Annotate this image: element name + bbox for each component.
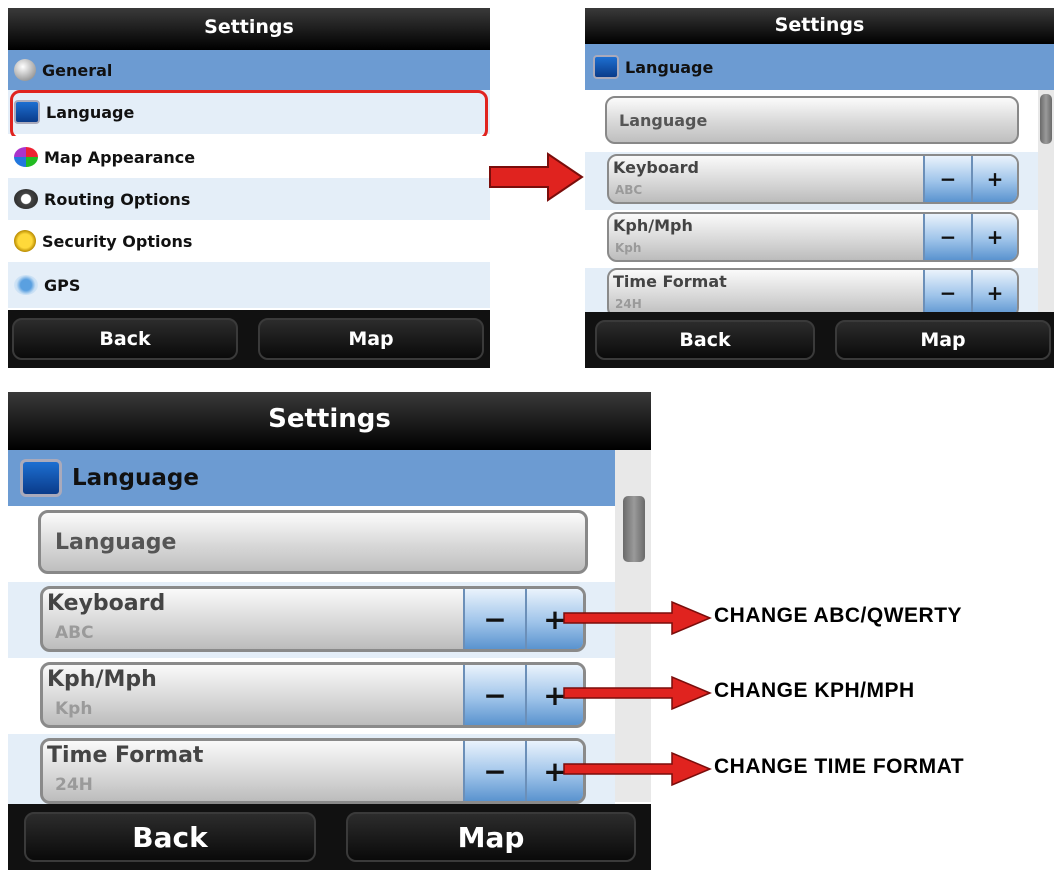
kph-mph-minus-button[interactable]: − bbox=[463, 665, 525, 725]
settings-screen-main: Settings General Language Map Appearance… bbox=[8, 8, 490, 368]
kph-mph-plus-button[interactable]: + bbox=[971, 214, 1017, 260]
language-icon bbox=[20, 459, 62, 497]
time-format-minus-button[interactable]: − bbox=[923, 270, 971, 316]
map-button[interactable]: Map bbox=[835, 320, 1051, 360]
selection-highlight bbox=[10, 90, 488, 140]
annotation-arrow-kph-mph bbox=[563, 675, 712, 711]
menu-item-label: Routing Options bbox=[44, 189, 191, 209]
time-format-label: Time Format bbox=[47, 743, 204, 768]
annotation-kph-mph: CHANGE KPH/MPH bbox=[714, 679, 915, 702]
navigation-arrow bbox=[489, 152, 584, 202]
minus-icon: − bbox=[483, 678, 507, 712]
keyboard-minus-button[interactable]: − bbox=[463, 589, 525, 649]
general-icon bbox=[14, 59, 36, 81]
menu-item-general[interactable]: General bbox=[8, 50, 490, 90]
minus-icon: − bbox=[483, 754, 507, 788]
minus-icon: − bbox=[483, 602, 507, 636]
kph-mph-minus-button[interactable]: − bbox=[923, 214, 971, 260]
scrollbar-thumb[interactable] bbox=[1040, 94, 1052, 144]
minus-icon: − bbox=[939, 281, 957, 305]
keyboard-field: Keyboard ABC − + bbox=[40, 586, 586, 652]
menu-item-label: GPS bbox=[44, 275, 81, 295]
time-format-label: Time Format bbox=[613, 272, 727, 291]
language-button-label: Language bbox=[619, 110, 708, 130]
bottom-bar: Back Map bbox=[8, 310, 490, 368]
keyboard-label: Keyboard bbox=[613, 158, 699, 177]
page-title: Settings bbox=[204, 16, 294, 38]
section-title: Language bbox=[72, 465, 199, 491]
keyboard-value: ABC bbox=[55, 623, 94, 643]
time-format-plus-button[interactable]: + bbox=[971, 270, 1017, 316]
map-label: Map bbox=[920, 329, 966, 351]
kph-mph-label: Kph/Mph bbox=[613, 216, 693, 235]
time-format-value: 24H bbox=[55, 775, 93, 795]
menu-item-label: Security Options bbox=[42, 231, 193, 251]
annotation-time-format: CHANGE TIME FORMAT bbox=[714, 755, 965, 778]
minus-icon: − bbox=[939, 225, 957, 249]
plus-icon: + bbox=[986, 225, 1004, 249]
routing-options-icon bbox=[14, 189, 38, 209]
back-button[interactable]: Back bbox=[595, 320, 815, 360]
kph-mph-field: Kph/Mph Kph − + bbox=[40, 662, 586, 728]
title-bar: Settings bbox=[8, 392, 651, 450]
map-appearance-icon bbox=[14, 147, 38, 167]
keyboard-field: Keyboard ABC − + bbox=[607, 154, 1019, 204]
menu-item-routing-options[interactable]: Routing Options bbox=[8, 178, 490, 220]
kph-mph-value: Kph bbox=[615, 241, 642, 255]
keyboard-plus-button[interactable]: + bbox=[971, 156, 1017, 202]
keyboard-minus-button[interactable]: − bbox=[923, 156, 971, 202]
keyboard-label: Keyboard bbox=[47, 591, 166, 616]
kph-mph-field: Kph/Mph Kph − + bbox=[607, 212, 1019, 262]
security-options-icon bbox=[14, 230, 36, 252]
map-label: Map bbox=[348, 328, 394, 350]
map-button[interactable]: Map bbox=[258, 318, 484, 360]
minus-icon: − bbox=[939, 167, 957, 191]
back-button[interactable]: Back bbox=[24, 812, 316, 862]
time-format-value: 24H bbox=[615, 297, 642, 311]
time-format-minus-button[interactable]: − bbox=[463, 741, 525, 801]
menu-item-gps[interactable]: GPS bbox=[8, 262, 490, 308]
scrollbar[interactable] bbox=[1038, 90, 1054, 312]
annotation-arrow-keyboard bbox=[563, 600, 712, 636]
language-select-button[interactable]: Language bbox=[605, 96, 1019, 144]
title-bar: Settings bbox=[8, 8, 490, 50]
back-label: Back bbox=[99, 328, 151, 350]
section-header-language: Language bbox=[585, 44, 1054, 90]
keyboard-value: ABC bbox=[615, 183, 643, 197]
settings-screen-language-small: Settings Language Language Keyboard ABC … bbox=[585, 8, 1054, 368]
language-icon bbox=[593, 55, 619, 79]
menu-item-label: General bbox=[42, 60, 113, 80]
back-label: Back bbox=[679, 329, 731, 351]
settings-screen-language-large: Settings Language Language Keyboard ABC … bbox=[8, 392, 651, 870]
title-bar: Settings bbox=[585, 8, 1054, 44]
menu-item-label: Map Appearance bbox=[44, 147, 196, 167]
kph-mph-value: Kph bbox=[55, 699, 93, 719]
scrollbar-thumb[interactable] bbox=[623, 496, 645, 562]
language-select-button[interactable]: Language bbox=[38, 510, 588, 574]
map-label: Map bbox=[457, 820, 525, 854]
gps-icon bbox=[14, 275, 38, 295]
back-label: Back bbox=[132, 820, 208, 854]
back-button[interactable]: Back bbox=[12, 318, 238, 360]
bottom-bar: Back Map bbox=[585, 312, 1054, 368]
language-button-label: Language bbox=[55, 529, 177, 555]
plus-icon: + bbox=[986, 281, 1004, 305]
annotation-keyboard: CHANGE ABC/QWERTY bbox=[714, 604, 963, 627]
bottom-bar: Back Map bbox=[8, 804, 651, 870]
section-header-language: Language bbox=[8, 450, 615, 506]
page-title: Settings bbox=[774, 14, 865, 36]
plus-icon: + bbox=[986, 167, 1004, 191]
time-format-field: Time Format 24H − + bbox=[40, 738, 586, 804]
time-format-field: Time Format 24H − + bbox=[607, 268, 1019, 318]
map-button[interactable]: Map bbox=[346, 812, 636, 862]
menu-item-security-options[interactable]: Security Options bbox=[8, 220, 490, 262]
page-title: Settings bbox=[268, 404, 391, 434]
section-title: Language bbox=[625, 57, 714, 77]
menu-item-map-appearance[interactable]: Map Appearance bbox=[8, 136, 490, 178]
kph-mph-label: Kph/Mph bbox=[47, 667, 157, 692]
annotation-arrow-time-format bbox=[563, 751, 712, 787]
